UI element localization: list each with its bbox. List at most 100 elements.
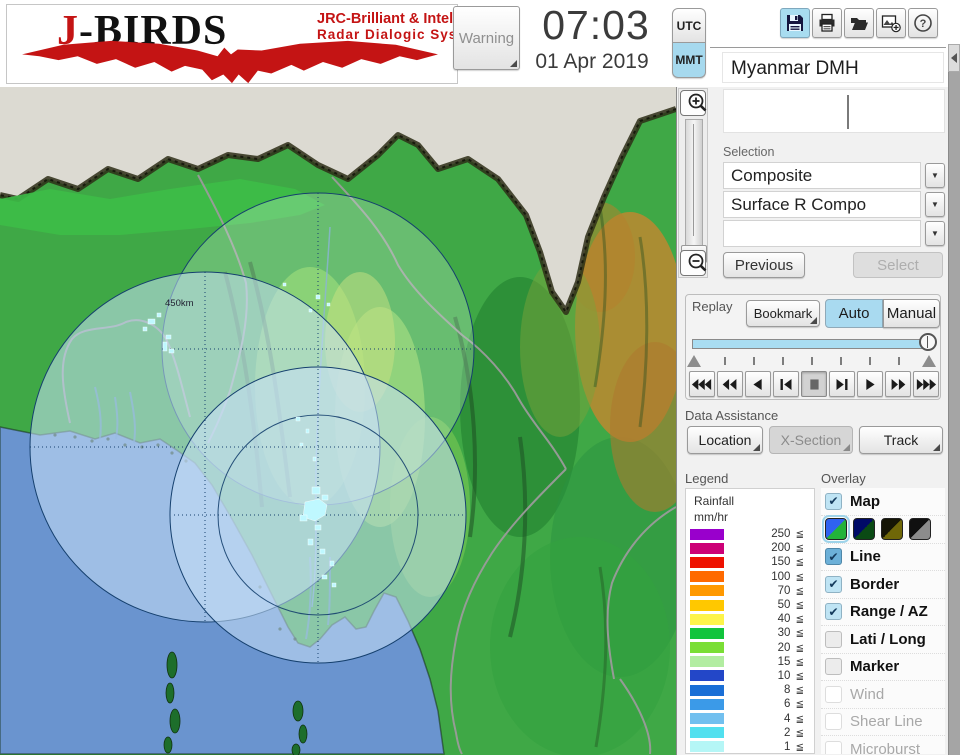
legend-value: 50 ≦	[777, 599, 804, 612]
overlay-items: ✔ Map ✔ Line ✔ Border ✔ Range / AZ Lati / Long Ma…	[821, 488, 945, 754]
overlay-item-label: Lati / Long	[850, 630, 926, 648]
station-name-field[interactable]: Myanmar DMH	[722, 52, 944, 83]
open-folder-icon[interactable]	[844, 8, 874, 38]
overlay-item-label: Shear Line	[850, 713, 923, 731]
legend-color-swatch	[690, 627, 724, 639]
fast-forward-2-icon[interactable]	[885, 371, 911, 397]
station-list-box[interactable]	[723, 89, 945, 133]
legend-item: 50 ≦	[686, 598, 814, 612]
overlay-item-label: Border	[850, 575, 900, 593]
clock-date: 01 Apr 2019	[535, 50, 649, 73]
selection-label: Selection	[723, 145, 775, 159]
j-birds-app: J-BIRDS JRC-Brilliant & Intelligent Rada…	[0, 0, 960, 755]
add-image-icon[interactable]	[876, 8, 906, 38]
save-icon[interactable]	[780, 8, 810, 38]
collapse-panel-icon[interactable]	[948, 44, 960, 72]
overlay-row-wind: Wind	[821, 680, 945, 708]
zoom-slider-track[interactable]	[685, 119, 703, 247]
replay-slider-handle[interactable]	[919, 333, 937, 351]
track-button[interactable]: Track	[859, 426, 943, 454]
legend-color-swatch	[690, 599, 724, 611]
checkbox-line[interactable]: ✔	[825, 548, 842, 566]
overlay-row-shear-line: Shear Line	[821, 707, 945, 736]
panel-separator	[710, 47, 946, 48]
checkbox-map[interactable]: ✔	[825, 492, 842, 510]
legend-color-swatch	[690, 613, 724, 625]
replay-group: Replay Bookmark Auto Manual	[685, 294, 941, 400]
map-style-swatch-4[interactable]	[909, 518, 931, 540]
fast-forward-3-icon[interactable]	[913, 371, 939, 397]
map-zoom-control	[678, 88, 708, 278]
svg-text:?: ?	[920, 18, 927, 30]
checkbox-border[interactable]: ✔	[825, 575, 842, 593]
previous-button[interactable]: Previous	[723, 252, 805, 278]
skip-end-icon[interactable]	[829, 371, 855, 397]
utc-button[interactable]: UTC	[672, 8, 706, 43]
overlay-item-label: Microburst	[850, 740, 921, 754]
range-end-marker[interactable]	[922, 355, 936, 367]
dropdown-empty: ▼	[723, 220, 945, 247]
legend-item: 15 ≦	[686, 655, 814, 669]
auto-button[interactable]: Auto	[825, 299, 883, 328]
map-style-swatch-3[interactable]	[881, 518, 903, 540]
chevron-down-icon[interactable]: ▼	[925, 192, 945, 217]
legend-label: Legend	[685, 471, 729, 486]
range-start-marker[interactable]	[687, 355, 701, 367]
legend-item: 100 ≦	[686, 570, 814, 584]
legend-color-swatch	[690, 713, 724, 725]
radar-map[interactable]: 450km	[0, 87, 700, 755]
skip-start-icon[interactable]	[773, 371, 799, 397]
replay-progress-track[interactable]	[692, 339, 934, 349]
chevron-down-icon[interactable]: ▼	[925, 163, 945, 188]
panel-edge	[948, 72, 960, 755]
checkbox-lati-long[interactable]	[825, 630, 842, 648]
print-icon[interactable]	[812, 8, 842, 38]
legend-item: 70 ≦	[686, 584, 814, 598]
overlay-row-range-az: ✔ Range / AZ	[821, 597, 945, 626]
eagle-icon	[22, 40, 438, 84]
legend-item: 6 ≦	[686, 697, 814, 711]
checkbox-range-az[interactable]: ✔	[825, 603, 842, 621]
dropdown-empty-value[interactable]	[723, 220, 921, 247]
legend-color-swatch	[690, 571, 724, 583]
fast-rewind-3-icon[interactable]	[689, 371, 715, 397]
overlay-item-label: Line	[850, 548, 881, 566]
dropdown-composite-value[interactable]: Composite	[723, 162, 921, 189]
legend-item: 150 ≦	[686, 555, 814, 569]
legend-value: 10 ≦	[777, 669, 804, 682]
checkbox-shear-line	[825, 713, 842, 731]
legend-color-swatch	[690, 642, 724, 654]
legend-color-swatch	[690, 698, 724, 710]
overlay-row-map: ✔ Map	[821, 488, 945, 515]
legend-items: 250 ≦ 200 ≦ 150 ≦ 100 ≦ 70 ≦ 50 ≦ 40 ≦ 30 ≦ 20 ≦…	[686, 527, 814, 753]
map-style-swatch-1[interactable]	[822, 515, 850, 543]
overlay-row-microburst: Microburst	[821, 735, 945, 754]
play-icon[interactable]	[857, 371, 883, 397]
mmt-button[interactable]: MMT	[672, 43, 706, 78]
select-button[interactable]: Select	[853, 252, 943, 278]
dropdown-product: Surface R Compo ▼	[723, 191, 945, 218]
map-style-swatch-2[interactable]	[853, 518, 875, 540]
location-button[interactable]: Location	[687, 426, 763, 454]
legend-value: 2 ≦	[784, 726, 804, 739]
help-icon[interactable]: ?	[908, 8, 938, 38]
map-canvas: 450km	[0, 87, 700, 755]
dropdown-product-value[interactable]: Surface R Compo	[723, 191, 921, 218]
bookmark-button[interactable]: Bookmark	[746, 300, 820, 327]
chevron-down-icon[interactable]: ▼	[925, 221, 945, 246]
zoom-out-icon[interactable]	[680, 250, 707, 276]
stop-icon[interactable]	[801, 371, 827, 397]
fast-rewind-2-icon[interactable]	[717, 371, 743, 397]
manual-button[interactable]: Manual	[883, 299, 940, 328]
checkbox-marker[interactable]	[825, 658, 842, 676]
legend-item: 8 ≦	[686, 683, 814, 697]
legend-value: 250 ≦	[771, 528, 804, 541]
play-reverse-icon[interactable]	[745, 371, 771, 397]
x-section-button[interactable]: X-Section	[769, 426, 853, 454]
legend-value: 8 ≦	[784, 684, 804, 697]
legend-value: 20 ≦	[777, 641, 804, 654]
replay-label: Replay	[692, 299, 733, 314]
legend-value: 15 ≦	[777, 655, 804, 668]
warning-button[interactable]: Warning	[453, 6, 520, 70]
zoom-in-icon[interactable]	[680, 90, 707, 116]
